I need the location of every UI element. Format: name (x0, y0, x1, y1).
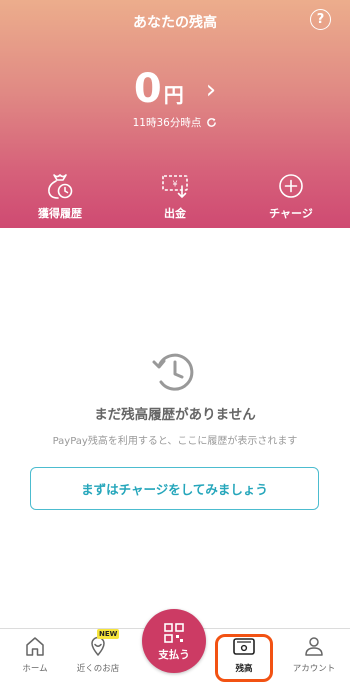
empty-state (0, 350, 350, 400)
action-label: 獲得履歴 (38, 207, 82, 220)
clock-history-icon (152, 353, 194, 391)
withdraw-icon: ¥ (162, 175, 188, 199)
charge-button[interactable]: チャージ (246, 172, 336, 221)
balance-timestamp-row: 11時36分時点 (0, 115, 350, 130)
tab-account[interactable]: アカウント (279, 635, 349, 674)
person-icon (305, 637, 323, 656)
chevron-right-icon[interactable]: › (206, 75, 216, 105)
tab-label: 近くのお店 (76, 664, 120, 674)
balance-display[interactable]: 0 円 › (0, 65, 350, 113)
balance-amount: 0 (133, 66, 162, 112)
start-charge-button[interactable]: まずはチャージをしてみましょう (30, 467, 319, 510)
tab-home[interactable]: ホーム (0, 635, 70, 674)
new-badge: NEW (97, 629, 120, 639)
plus-circle-icon (279, 174, 303, 198)
withdraw-button[interactable]: ¥ 出金 (130, 172, 220, 221)
qr-code-icon (164, 623, 184, 643)
refresh-icon[interactable] (206, 117, 217, 128)
active-tab-highlight (215, 634, 273, 682)
balance-actions: 獲得履歴 ¥ 出金 チャージ (0, 172, 350, 224)
empty-state-subtitle: PayPay残高を利用すると、ここに履歴が表示されます (52, 436, 298, 447)
home-icon (26, 637, 44, 656)
tab-label: アカウント (292, 664, 336, 674)
empty-state-title: まだ残高履歴がありません (94, 407, 256, 423)
tab-label: ホーム (22, 664, 48, 674)
pay-button-label: 支払う (158, 649, 190, 661)
tab-nearby-stores[interactable]: NEW 近くのお店 (63, 629, 133, 674)
page-title: あなたの残高 (133, 15, 217, 31)
balance-timestamp: 11時36分時点 (132, 117, 202, 129)
pay-button[interactable]: 支払う (142, 609, 206, 673)
earned-history-button[interactable]: 獲得履歴 (15, 172, 105, 221)
money-bag-clock-icon (48, 174, 73, 199)
help-icon[interactable]: ? (310, 9, 331, 30)
balance-header: あなたの残高 ? 0 円 › 11時36分時点 獲得履歴 ¥ 出金 チャージ (0, 0, 350, 228)
svg-text:¥: ¥ (172, 180, 177, 189)
action-label: チャージ (269, 207, 313, 220)
action-label: 出金 (164, 207, 186, 220)
balance-unit: 円 (163, 83, 184, 107)
